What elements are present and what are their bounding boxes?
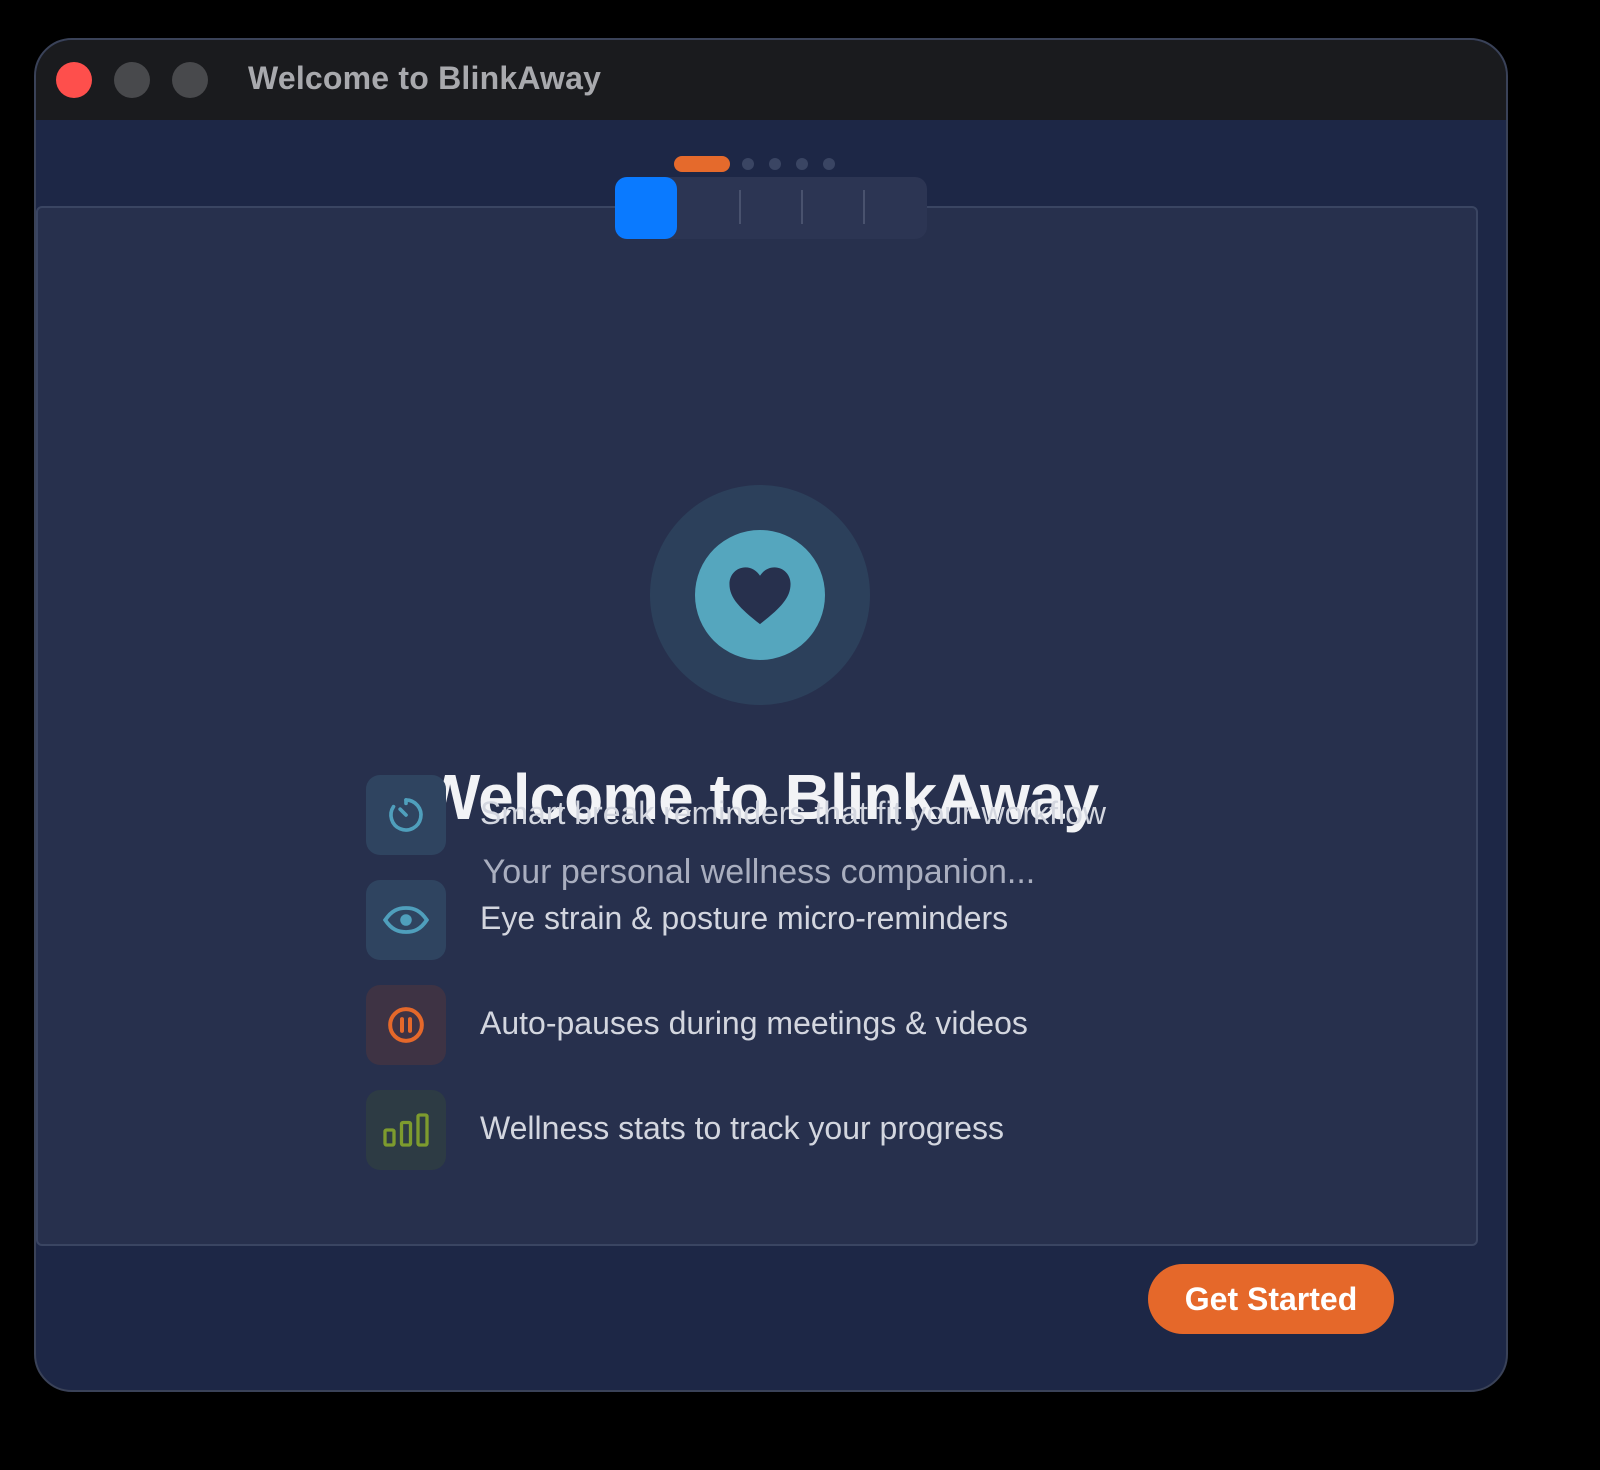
window-title: Welcome to BlinkAway <box>248 60 602 96</box>
feature-item-auto-pause: Auto-pauses during meetings & videos <box>366 985 1266 1065</box>
step-progress-bar <box>615 177 927 239</box>
feature-item-break-reminders: Smart break reminders that fit your work… <box>366 775 1266 855</box>
timer-icon <box>389 798 423 832</box>
onboarding-window: Welcome to BlinkAway Welcome to BlinkAwa… <box>34 38 1508 1392</box>
step-dot-4[interactable] <box>796 158 808 170</box>
pause-circle-icon <box>388 1007 424 1043</box>
segment-divider <box>801 190 803 224</box>
hero-icon-halo <box>650 485 870 705</box>
zoom-window-button[interactable] <box>172 62 208 98</box>
close-window-button[interactable] <box>56 62 92 98</box>
feature-text: Eye strain & posture micro-reminders <box>480 900 1009 936</box>
feature-item-wellness-stats: Wellness stats to track your progress <box>366 1090 1266 1170</box>
feature-text: Smart break reminders that fit your work… <box>480 795 1106 831</box>
content-panel: Welcome to BlinkAway Your personal welln… <box>36 206 1478 1246</box>
get-started-button[interactable]: Get Started <box>1148 1264 1394 1334</box>
feature-icon-badge <box>366 985 446 1065</box>
hero-icon-circle <box>695 530 825 660</box>
minimize-window-button[interactable] <box>114 62 150 98</box>
feature-icon-badge <box>366 880 446 960</box>
segment-divider <box>863 190 865 224</box>
heart-icon <box>729 567 791 625</box>
segment-divider <box>739 190 741 224</box>
step-dot-5[interactable] <box>823 158 835 170</box>
eye-icon <box>382 906 430 934</box>
title-bar: Welcome to BlinkAway <box>36 40 1506 120</box>
step-dot-1[interactable] <box>674 156 730 172</box>
feature-icon-badge <box>366 775 446 855</box>
bar-chart-icon <box>383 1113 429 1147</box>
step-dots <box>36 154 1506 174</box>
feature-icon-badge <box>366 1090 446 1170</box>
feature-text: Auto-pauses during meetings & videos <box>480 1005 1028 1041</box>
feature-item-eye-strain: Eye strain & posture micro-reminders <box>366 880 1266 960</box>
step-dot-2[interactable] <box>742 158 754 170</box>
step-dot-3[interactable] <box>769 158 781 170</box>
feature-text: Wellness stats to track your progress <box>480 1110 1005 1146</box>
step-segment-active <box>615 177 677 239</box>
